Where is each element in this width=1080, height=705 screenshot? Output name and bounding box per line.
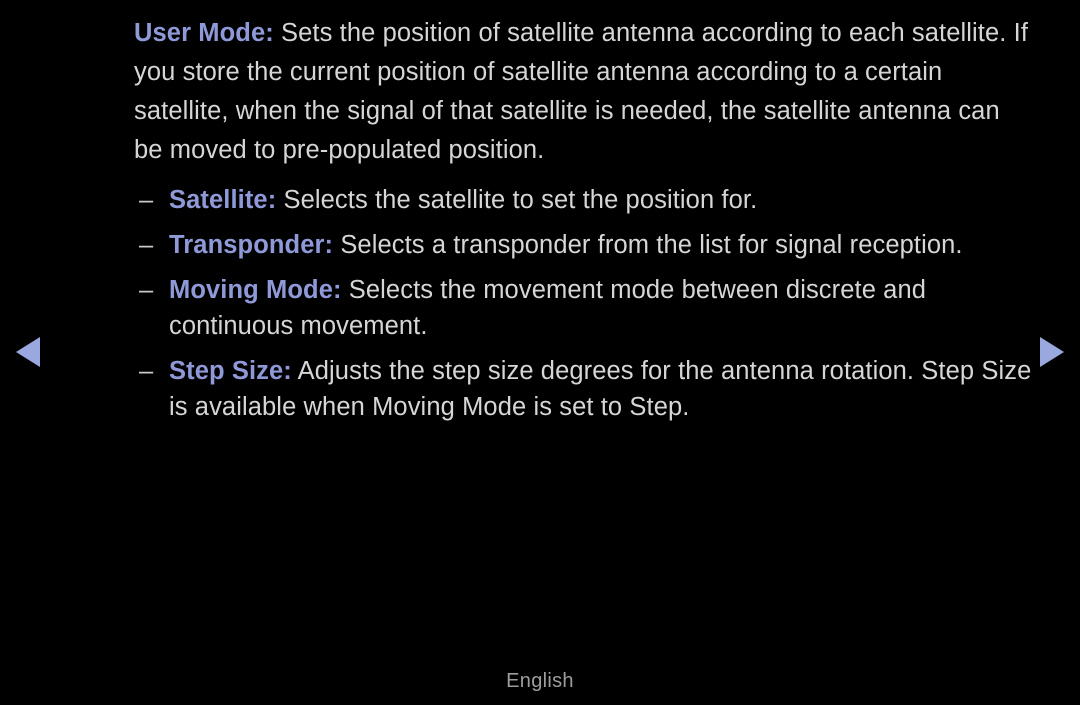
option-description: Selects a transponder from the list for …	[333, 231, 963, 259]
option-term: Step Size	[169, 357, 284, 385]
option-separator: :	[324, 231, 334, 259]
option-term: Transponder	[169, 231, 325, 259]
emanual-page: User Mode: Sets the position of satellit…	[0, 0, 1080, 705]
intro-paragraph: User Mode: Sets the position of satellit…	[134, 14, 1034, 170]
list-item: – Moving Mode: Selects the movement mode …	[134, 272, 1044, 344]
intro-term: User Mode	[134, 19, 266, 47]
intro-paragraph-block: User Mode: Sets the position of satellit…	[134, 14, 1034, 170]
list-item: – Step Size: Adjusts the step size degree…	[134, 353, 1044, 425]
option-term: Satellite	[169, 186, 268, 214]
triangle-left-icon[interactable]	[16, 337, 40, 367]
option-separator: :	[333, 276, 342, 304]
bullet-dash-icon: –	[139, 357, 154, 385]
bullet-dash-icon: –	[139, 186, 154, 214]
triangle-right-icon[interactable]	[1040, 337, 1064, 367]
intro-separator: :	[265, 19, 274, 47]
language-label: English	[506, 670, 574, 692]
option-description: Selects the satellite to set the positio…	[276, 186, 758, 214]
list-item: – Satellite: Selects the satellite to set…	[134, 182, 1044, 218]
option-term: Moving Mode	[169, 276, 333, 304]
list-item: – Transponder: Selects a transponder from…	[134, 227, 1044, 263]
option-separator: :	[283, 357, 292, 385]
option-separator: :	[267, 186, 277, 214]
bullet-dash-icon: –	[139, 231, 154, 259]
bullet-dash-icon: –	[139, 276, 154, 304]
option-list: – Satellite: Selects the satellite to set…	[134, 182, 1044, 425]
option-description: Adjusts the step size degrees for the an…	[169, 357, 1032, 421]
